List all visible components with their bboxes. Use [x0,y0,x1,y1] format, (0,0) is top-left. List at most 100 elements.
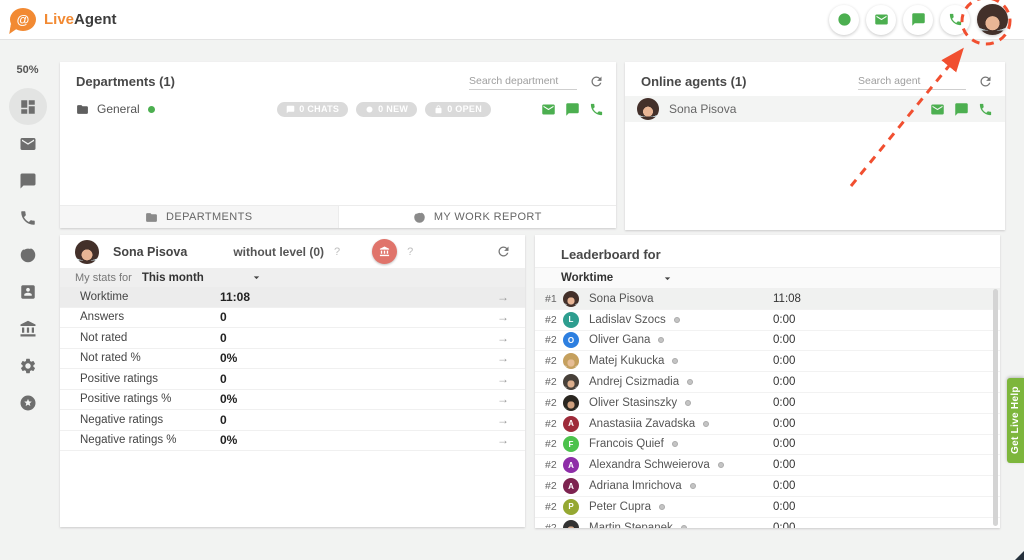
get-live-help-button[interactable]: Get Live Help [1007,378,1024,463]
offline-status-dot [703,421,709,427]
bank-icon [19,320,37,338]
stat-value: 11:08 [220,290,250,304]
user-avatar-button[interactable] [977,4,1008,35]
agent-avatar: P [563,499,579,515]
sidebar-item-contacts[interactable] [9,273,47,310]
agent-name: Sona Pisova [669,102,736,116]
department-row-general[interactable]: General 0 CHATS 0 NEW 0 OPEN [60,96,616,122]
stat-row-not-rated[interactable]: Not rated 0 → [60,328,525,349]
sidebar-item-gamification[interactable] [9,310,47,347]
offline-status-dot [690,483,696,489]
offline-status-dot [659,504,665,510]
offline-status-dot [674,317,680,323]
stat-label: Positive ratings % [60,393,171,405]
arrow-right-icon[interactable]: → [497,414,509,426]
stat-row-negative-ratings[interactable]: Negative ratings % 0% → [60,431,525,452]
stat-row-worktime[interactable]: Worktime 11:08 → [60,287,525,308]
agent-name: Matej Kukucka [589,355,664,367]
chat-icon[interactable] [954,102,969,117]
arrow-right-icon[interactable]: → [497,434,509,446]
level-badge[interactable] [372,239,397,264]
refresh-icon[interactable] [978,74,993,89]
metric-value: 0:00 [773,522,795,528]
add-button[interactable] [829,5,859,35]
leaderboard-metric-dropdown[interactable]: Worktime [535,267,1000,289]
logo-text-agent: Agent [74,11,117,28]
refresh-icon[interactable] [589,74,604,89]
offline-status-dot [658,337,664,343]
stat-row-positive-ratings[interactable]: Positive ratings % 0% → [60,390,525,411]
leaderboard-row-martin-stepanek[interactable]: #2 Martin Stepanek 0:00 [535,518,1000,528]
arrow-right-icon[interactable]: → [497,311,509,323]
metric-value: 0:00 [773,397,795,409]
mail-icon[interactable] [930,102,945,117]
agent-row-sona-pisova[interactable]: Sona Pisova [625,96,1005,122]
scrollbar[interactable] [993,289,998,526]
rank-label: #2 [535,418,559,430]
leaderboard-row-francois-quief[interactable]: #2 F Francois Quief 0:00 [535,435,1000,456]
phone-icon[interactable] [978,102,993,117]
agent-name: Martin Stepanek [589,522,673,528]
sidebar-item-to-solve[interactable] [9,236,47,273]
sidebar-item-tickets[interactable] [9,125,47,162]
arrow-right-icon[interactable]: → [497,393,509,405]
new-ticket-button[interactable] [866,5,896,35]
offline-status-dot [687,379,693,385]
badge-help-icon[interactable]: ? [407,246,413,258]
level-help-icon[interactable]: ? [334,246,340,258]
sidebar-item-rewards[interactable] [9,384,47,421]
leaderboard-row-adriana-imrichova[interactable]: #2 A Adriana Imrichova 0:00 [535,476,1000,497]
leaderboard-row-ladislav-szocs[interactable]: #2 L Ladislav Szocs 0:00 [535,310,1000,331]
tab-departments[interactable]: DEPARTMENTS [60,206,339,228]
leaderboard-row-oliver-stasinszky[interactable]: #2 Oliver Stasinszky 0:00 [535,393,1000,414]
arrow-right-icon[interactable]: → [497,332,509,344]
search-department-input[interactable] [469,73,577,90]
leaderboard-row-matej-kukucka[interactable]: #2 Matej Kukucka 0:00 [535,351,1000,372]
stat-row-answers[interactable]: Answers 0 → [60,308,525,329]
mail-icon[interactable] [541,102,556,117]
work-report-header: Sona Pisova without level (0) ? ? [60,235,525,268]
phone-icon[interactable] [589,102,604,117]
leaderboard-row-andrej-csizmadia[interactable]: #2 Andrej Csizmadia 0:00 [535,372,1000,393]
phone-icon [19,209,37,227]
stat-row-not-rated[interactable]: Not rated % 0% → [60,349,525,370]
leaderboard-row-peter-cupra[interactable]: #2 P Peter Cupra 0:00 [535,497,1000,518]
sidebar-item-settings[interactable] [9,347,47,384]
folder-icon [145,211,158,224]
search-agent-input[interactable] [858,73,966,90]
chevron-down-icon[interactable] [250,271,263,284]
arrow-right-icon[interactable]: → [497,373,509,385]
agent-avatar: F [563,436,579,452]
offline-status-dot [672,358,678,364]
stat-label: Negative ratings % [60,434,177,446]
online-agents-panel: Online agents (1) Sona Pisova [625,62,1005,230]
chat-icon[interactable] [565,102,580,117]
metric-value: 0:00 [773,418,795,430]
new-call-button[interactable] [940,5,970,35]
refresh-icon[interactable] [496,244,511,259]
period-dropdown[interactable]: This month [142,272,204,284]
liveagent-logo[interactable]: @ LiveAgent [10,8,117,31]
stat-row-positive-ratings[interactable]: Positive ratings 0 → [60,369,525,390]
leaderboard-row-sona-pisova[interactable]: #1 Sona Pisova 11:08 [535,289,1000,310]
new-chat-button[interactable] [903,5,933,35]
sidebar-item-dashboard[interactable] [9,88,47,125]
tab-my-work-report[interactable]: MY WORK REPORT [339,206,617,228]
leaderboard-row-anastasiia-zavadska[interactable]: #2 A Anastasiia Zavadska 0:00 [535,414,1000,435]
metric-value: 0:00 [773,480,795,492]
dashboard-icon [19,98,37,116]
sidebar-item-calls[interactable] [9,199,47,236]
leaderboard-row-oliver-gana[interactable]: #2 O Oliver Gana 0:00 [535,331,1000,352]
metric-value: 0:00 [773,501,795,513]
agent-avatar [563,374,579,390]
badge-label: 0 CHATS [299,104,339,114]
metric-value: 0:00 [773,314,795,326]
stat-row-negative-ratings[interactable]: Negative ratings 0 → [60,410,525,431]
leaderboard-list: #1 Sona Pisova 11:08 #2 L Ladislav Szocs… [535,289,1000,528]
online-agents-search [858,73,993,90]
sidebar-item-chats[interactable] [9,162,47,199]
leaderboard-row-alexandra-schweierova[interactable]: #2 A Alexandra Schweierova 0:00 [535,455,1000,476]
arrow-right-icon[interactable]: → [497,291,509,303]
agent-name: Peter Cupra [589,501,651,513]
arrow-right-icon[interactable]: → [497,352,509,364]
